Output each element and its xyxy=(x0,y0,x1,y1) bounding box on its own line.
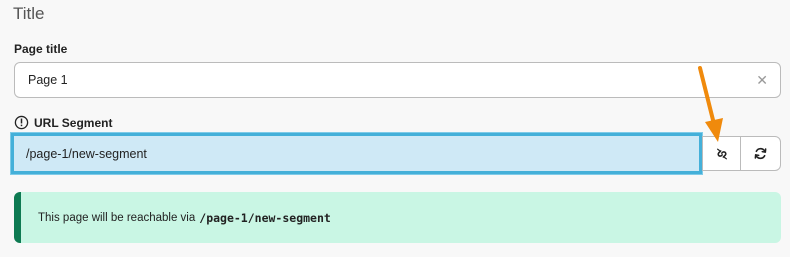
page-title-label: Page title xyxy=(14,42,68,56)
notice-text: This page will be reachable via xyxy=(38,211,196,224)
refresh-icon xyxy=(754,147,767,160)
page-title-value: Page 1 xyxy=(28,73,68,87)
refresh-button[interactable] xyxy=(740,136,781,171)
url-segment-group: /page-1/new-segment xyxy=(11,133,781,174)
reachable-notice: This page will be reachable via /page-1/… xyxy=(14,192,781,243)
url-segment-label: URL Segment xyxy=(34,116,113,130)
url-segment-value: /page-1/new-segment xyxy=(26,146,147,161)
page-title-input[interactable]: Page 1 ✕ xyxy=(14,62,781,98)
notice-url: /page-1/new-segment xyxy=(199,210,331,225)
unlink-icon xyxy=(716,148,727,159)
section-title: Title xyxy=(13,4,45,23)
warning-icon xyxy=(14,115,29,130)
clear-icon[interactable]: ✕ xyxy=(756,72,768,88)
arrow-annotation xyxy=(698,66,723,142)
url-segment-input[interactable]: /page-1/new-segment xyxy=(11,133,702,174)
